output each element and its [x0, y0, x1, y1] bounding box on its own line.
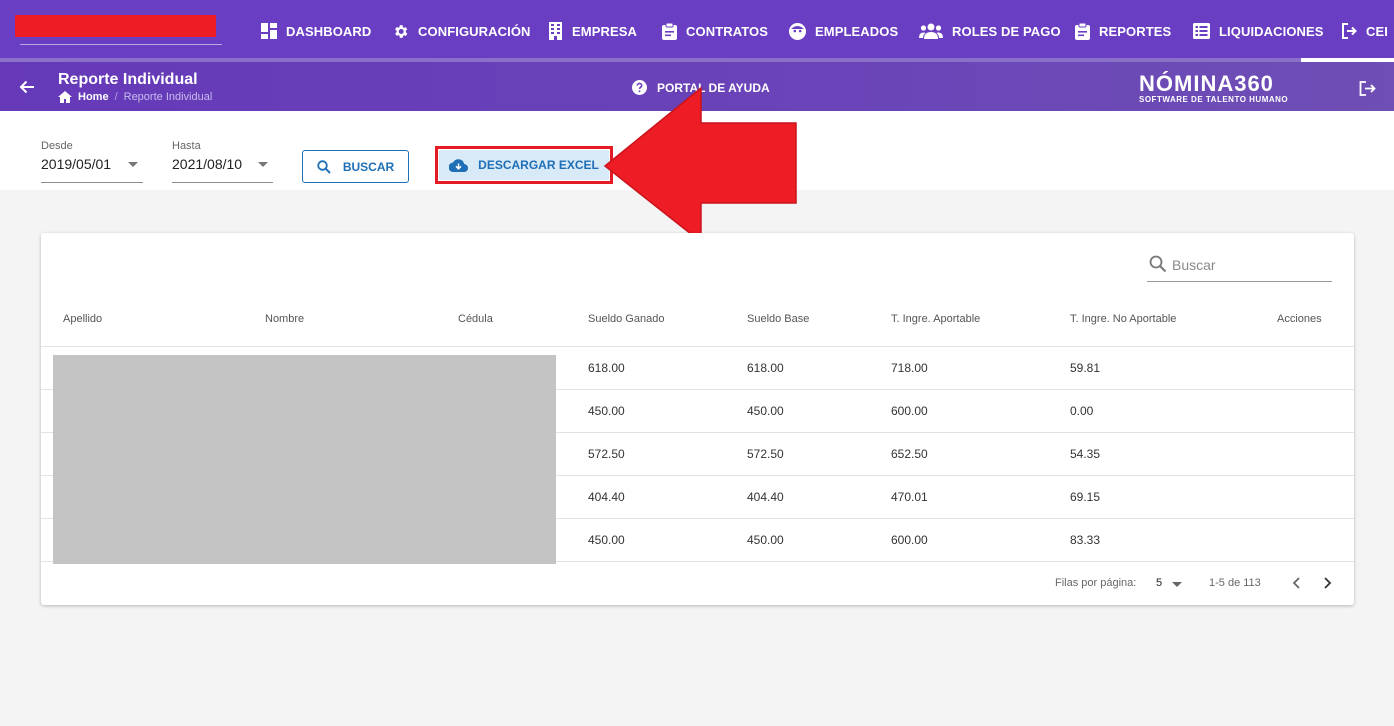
nav-configuracion[interactable]: CONFIGURACIÓN	[392, 20, 531, 42]
cell-sueldo-ganado: 450.00	[588, 533, 625, 547]
report-table-card: Apellido Nombre Cédula Sueldo Ganado Sue…	[41, 233, 1354, 605]
rows-per-page-label: Filas por página:	[1055, 577, 1137, 589]
cell-sueldo-ganado: 404.40	[588, 490, 625, 504]
exit-icon	[1342, 23, 1357, 39]
header-divider	[41, 346, 1354, 347]
chevron-down-icon[interactable]	[128, 162, 138, 167]
cell-no-aportable: 59.81	[1070, 361, 1101, 375]
cell-aportable: 718.00	[891, 361, 928, 375]
page-title: Reporte Individual	[58, 71, 198, 88]
chevron-left-icon[interactable]	[1290, 576, 1304, 590]
download-excel-button[interactable]: DESCARGAR EXCEL	[439, 150, 609, 180]
column-header-sueldo-ganado[interactable]: Sueldo Ganado	[588, 313, 664, 325]
date-to-value[interactable]: 2021/08/10	[172, 156, 242, 172]
cell-aportable: 470.01	[891, 490, 928, 504]
nav-empresa[interactable]: EMPRESA	[548, 20, 637, 42]
annotation-arrow	[603, 86, 797, 244]
nav-reportes[interactable]: REPORTES	[1075, 20, 1171, 42]
clipboard-icon	[662, 22, 677, 40]
search-button-label: BUSCAR	[342, 159, 395, 174]
date-to-label: Hasta	[172, 140, 201, 152]
nav-liquidaciones-label: LIQUIDACIONES	[1219, 23, 1324, 39]
date-from-field[interactable]: Desde 2019/05/01	[41, 140, 143, 183]
chevron-right-icon[interactable]	[1320, 576, 1334, 590]
search-icon	[1149, 255, 1167, 273]
chevron-down-icon[interactable]	[258, 162, 268, 167]
nav-configuracion-label: CONFIGURACIÓN	[418, 23, 531, 39]
brand-name: NÓMINA360	[1139, 71, 1274, 96]
cell-sueldo-base: 572.50	[747, 447, 784, 461]
download-excel-label: DESCARGAR EXCEL	[478, 158, 599, 172]
building-icon	[549, 22, 562, 40]
face-icon	[789, 22, 806, 40]
company-logo-redacted	[15, 15, 216, 37]
cell-sueldo-ganado: 572.50	[588, 447, 625, 461]
back-arrow-icon[interactable]	[19, 79, 35, 95]
search-icon	[317, 159, 331, 174]
column-header-apellido[interactable]: Apellido	[63, 313, 102, 325]
nav-reportes-label: REPORTES	[1099, 23, 1172, 39]
column-header-cedula[interactable]: Cédula	[458, 313, 493, 325]
date-from-label: Desde	[41, 140, 73, 152]
cell-sueldo-base: 450.00	[747, 533, 784, 547]
date-to-field[interactable]: Hasta 2021/08/10	[172, 140, 273, 183]
nav-liquidaciones[interactable]: LIQUIDACIONES	[1193, 20, 1324, 42]
nav-contratos[interactable]: CONTRATOS	[662, 20, 768, 42]
list-icon	[1193, 23, 1210, 39]
top-navbar: DASHBOARD CONFIGURACIÓN EMPRESA CONTRATO…	[0, 0, 1394, 62]
cell-no-aportable: 0.00	[1070, 404, 1094, 418]
brand-tagline: SOFTWARE DE TALENTO HUMANO	[1139, 95, 1289, 104]
column-header-sueldo-base[interactable]: Sueldo Base	[747, 313, 809, 325]
nav-dashboard[interactable]: DASHBOARD	[261, 20, 371, 42]
column-header-nombre[interactable]: Nombre	[265, 313, 304, 325]
rows-per-page-select[interactable]: 5	[1156, 577, 1162, 589]
column-header-acciones: Acciones	[1277, 313, 1322, 325]
redacted-personal-data	[53, 355, 556, 564]
logo-underline	[20, 44, 222, 45]
breadcrumb-home[interactable]: Home	[78, 91, 109, 103]
nav-cerrar-label: CEI	[1366, 23, 1388, 39]
breadcrumb-current: Reporte Individual	[123, 91, 213, 103]
cell-no-aportable: 69.15	[1070, 490, 1101, 504]
table-search[interactable]	[1147, 253, 1332, 282]
search-button[interactable]: BUSCAR	[302, 150, 409, 183]
breadcrumb: Home / Reporte Individual	[58, 91, 212, 103]
nav-roles-de-pago-label: ROLES DE PAGO	[952, 23, 1061, 39]
nav-roles-de-pago[interactable]: ROLES DE PAGO	[919, 20, 1061, 42]
home-icon	[58, 91, 72, 103]
cell-sueldo-base: 450.00	[747, 404, 784, 418]
nav-empleados-label: EMPLEADOS	[815, 23, 899, 39]
cell-aportable: 652.50	[891, 447, 928, 461]
users-icon	[919, 23, 943, 39]
cell-no-aportable: 83.33	[1070, 533, 1101, 547]
table-search-input[interactable]	[1172, 257, 1327, 273]
column-header-aportable[interactable]: T. Ingre. Aportable	[891, 313, 980, 325]
chevron-down-icon[interactable]	[1172, 582, 1182, 587]
nav-cerrar[interactable]: CEI	[1341, 20, 1388, 42]
date-from-underline	[41, 182, 143, 183]
cell-sueldo-ganado: 450.00	[588, 404, 625, 418]
cell-aportable: 600.00	[891, 533, 928, 547]
logout-icon[interactable]	[1359, 81, 1376, 96]
column-header-no-aportable[interactable]: T. Ingre. No Aportable	[1070, 313, 1176, 325]
nav-empresa-label: EMPRESA	[572, 23, 637, 39]
gear-icon	[395, 24, 408, 38]
brand-logo: NÓMINA360 SOFTWARE DE TALENTO HUMANO	[1139, 71, 1304, 105]
clipboard-icon	[1075, 22, 1090, 40]
cell-sueldo-base: 404.40	[747, 490, 784, 504]
cloud-download-icon	[449, 158, 469, 172]
date-from-value[interactable]: 2019/05/01	[41, 156, 111, 172]
breadcrumb-separator: /	[114, 91, 118, 103]
nav-empleados[interactable]: EMPLEADOS	[789, 20, 898, 42]
dashboard-icon	[261, 23, 277, 39]
cell-sueldo-ganado: 618.00	[588, 361, 625, 375]
nav-dashboard-label: DASHBOARD	[286, 23, 372, 39]
date-to-underline	[172, 182, 273, 183]
cell-sueldo-base: 618.00	[747, 361, 784, 375]
pagination-range: 1-5 de 113	[1209, 577, 1261, 589]
cell-aportable: 600.00	[891, 404, 928, 418]
nav-contratos-label: CONTRATOS	[686, 23, 769, 39]
cell-no-aportable: 54.35	[1070, 447, 1101, 461]
